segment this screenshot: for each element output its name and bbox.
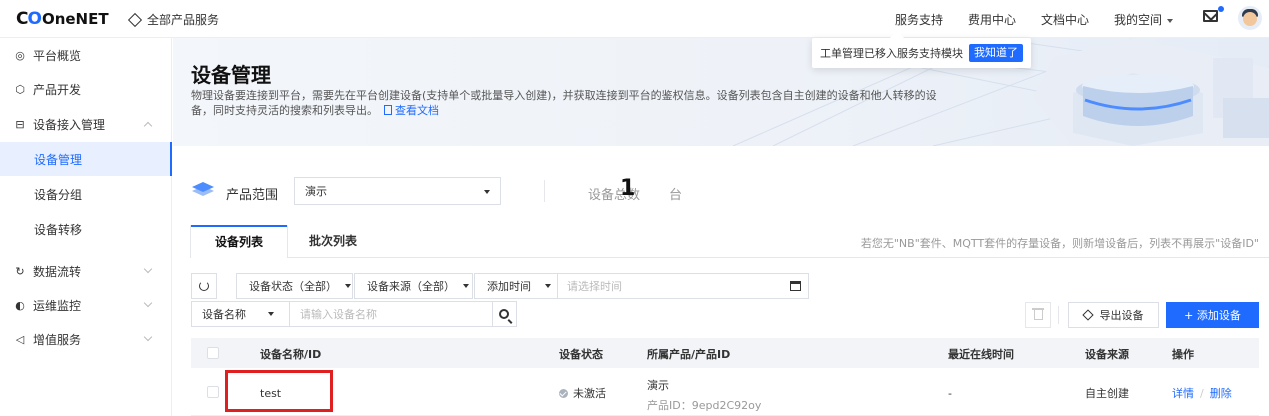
search-icon (499, 309, 509, 319)
name-type-select[interactable]: 设备名称 (191, 301, 290, 327)
chevron-down-icon (143, 298, 153, 308)
last-online-time: - (948, 387, 952, 400)
sidebar-item-device-transfer[interactable]: 设备转移 (0, 212, 172, 246)
logo-text: OneNET (41, 10, 109, 28)
device-total-count: 1 (620, 176, 636, 201)
sidebar-item-dataflow[interactable]: ↻ 数据流转 (0, 254, 172, 288)
sidebar-item-device-management[interactable]: 设备管理 (0, 142, 172, 176)
highlight-annotation (225, 370, 333, 412)
chevron-down-icon (143, 264, 153, 274)
time-picker[interactable]: 请选择时间 (557, 273, 809, 299)
page-banner: 设备管理 物理设备要连接到平台，需要先在平台创建设备(支持单个或批量导入创建)，… (173, 38, 1269, 146)
sidebar-item-device-access[interactable]: ⊟ 设备接入管理 (0, 107, 172, 141)
sidebar-item-device-group[interactable]: 设备分组 (0, 177, 172, 211)
view-docs-link[interactable]: 查看文档 (384, 104, 439, 117)
nav-docs[interactable]: 文档中心 (1041, 11, 1089, 28)
refresh-icon (199, 281, 209, 291)
mail-icon[interactable] (1203, 10, 1218, 22)
refresh-button[interactable] (191, 273, 217, 299)
top-bar: CO OneNET 全部产品服务 服务支持 费用中心 文档中心 我的空间 (0, 0, 1269, 38)
nav-billing[interactable]: 费用中心 (968, 11, 1016, 28)
delete-link[interactable]: 删除 (1210, 387, 1232, 400)
table-header: 设备名称/ID 设备状态 所属产品/产品ID 最近在线时间 设备来源 操作 (191, 338, 1259, 368)
avatar[interactable] (1238, 6, 1262, 30)
device-name-input[interactable]: 请输入设备名称 (289, 301, 493, 327)
nav-my-space[interactable]: 我的空间 (1114, 11, 1174, 28)
chevron-down-icon (268, 312, 274, 316)
device-source: 自主创建 (1085, 387, 1129, 400)
chevron-down-icon (345, 284, 351, 288)
dashboard-icon: ◎ (15, 48, 25, 62)
status-filter[interactable]: 设备状态（全部） (236, 273, 353, 299)
tab-hint: 若您无"NB"套件、MQTT套件的存量设备，则新增设备后，列表不再展示"设备ID… (860, 237, 1259, 250)
chevron-down-icon (545, 284, 551, 288)
product-name: 演示 (647, 379, 669, 392)
sidebar-item-value-added[interactable]: ◁ 增值服务 (0, 322, 172, 356)
diamond-icon (127, 12, 143, 27)
chevron-down-icon (143, 332, 153, 342)
product-range-label: 产品范围 (226, 188, 279, 203)
tab-batch-list[interactable]: 批次列表 (285, 225, 381, 257)
notice-popover: 工单管理已移入服务支持模块 我知道了 (812, 38, 1031, 68)
document-icon (384, 105, 392, 115)
dataflow-icon: ↻ (15, 264, 25, 278)
product-select[interactable]: 演示 (294, 177, 501, 205)
chevron-up-icon (143, 121, 153, 131)
search-button[interactable] (492, 301, 517, 327)
all-products-menu[interactable]: 全部产品服务 (127, 11, 219, 28)
calendar-icon (790, 281, 801, 291)
export-devices-button[interactable]: 导出设备 (1068, 302, 1159, 328)
add-device-button[interactable]: + 添加设备 (1166, 302, 1259, 328)
export-icon (1081, 309, 1094, 321)
device-status: 未激活 (559, 385, 606, 401)
notification-dot (1218, 6, 1224, 12)
select-all-checkbox[interactable] (207, 347, 219, 359)
sidebar-item-product-dev[interactable]: ⬡ 产品开发 (0, 72, 172, 106)
device-access-icon: ⊟ (15, 117, 25, 131)
product-id: 产品ID：9epd2C92oy (647, 399, 762, 412)
page-description: 物理设备要连接到平台，需要先在平台创建设备(支持单个或批量导入创建)，并获取连接… (191, 89, 937, 117)
chevron-down-icon (1167, 18, 1174, 23)
device-total-unit: 台 (669, 188, 683, 203)
chevron-down-icon (484, 190, 490, 194)
table-row: test 未激活 演示 产品ID：9epd2C92oy - 自主创建 详情 / 删除 (191, 368, 1259, 416)
onenet-logo[interactable]: CO OneNET (16, 8, 109, 30)
trash-icon (1031, 308, 1044, 320)
chevron-down-icon (463, 284, 469, 288)
source-filter[interactable]: 设备来源（全部） (354, 273, 473, 299)
detail-link[interactable]: 详情 (1172, 387, 1194, 400)
sidebar: ◎ 平台概览 ⬡ 产品开发 ⊟ 设备接入管理 设备管理 设备分组 设备转移 ↻ … (0, 38, 172, 416)
tab-device-list[interactable]: 设备列表 (191, 225, 287, 258)
sidebar-item-monitor[interactable]: ◐ 运维监控 (0, 288, 172, 322)
page-title: 设备管理 (191, 63, 271, 87)
sidebar-item-overview[interactable]: ◎ 平台概览 (0, 38, 172, 72)
nav-service-support[interactable]: 服务支持 (895, 11, 943, 28)
row-checkbox[interactable] (207, 386, 219, 398)
product-range-icon (192, 182, 214, 196)
value-added-icon: ◁ (15, 332, 25, 346)
delete-button[interactable] (1025, 302, 1051, 328)
product-icon: ⬡ (15, 82, 25, 96)
inactive-status-icon (559, 389, 568, 398)
got-it-button[interactable]: 我知道了 (969, 44, 1023, 62)
time-type-select[interactable]: 添加时间 (474, 273, 558, 299)
monitor-icon: ◐ (15, 298, 25, 312)
